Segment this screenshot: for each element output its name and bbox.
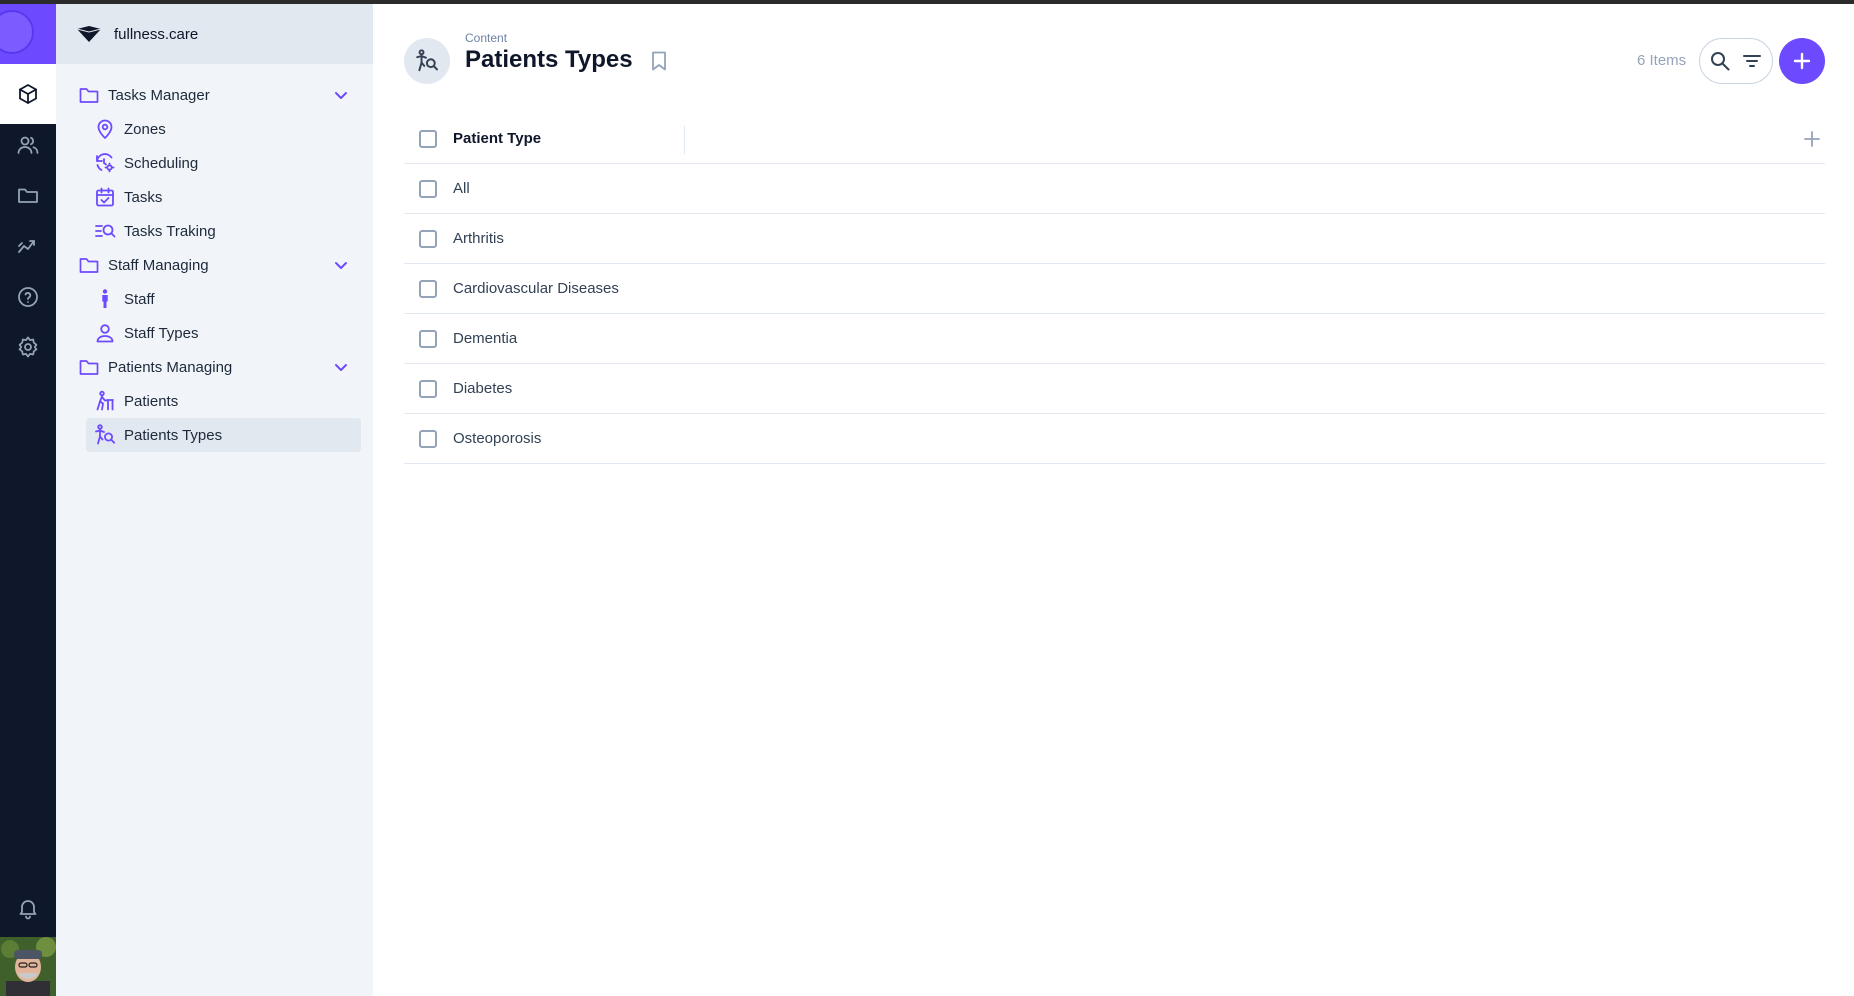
chevron-down-icon[interactable] (332, 358, 350, 376)
table-row[interactable]: Cardiovascular Diseases (404, 264, 1825, 314)
table-row[interactable]: Dementia (404, 314, 1825, 364)
chart-icon[interactable] (0, 224, 56, 268)
filter-icon[interactable] (1739, 48, 1765, 74)
column-divider[interactable] (684, 126, 685, 154)
avatar[interactable] (0, 937, 56, 996)
folder-icon[interactable] (0, 173, 56, 217)
page-title: Patients Types (465, 46, 633, 73)
calendar-check-icon (94, 186, 116, 208)
help-icon[interactable] (0, 275, 56, 319)
table-row[interactable]: Osteoporosis (404, 414, 1825, 464)
sidebar-group-tasks-manager[interactable]: Tasks Manager (56, 78, 373, 112)
cell-patient-type: Cardiovascular Diseases (453, 280, 619, 297)
data-table: Patient Type All Arthritis Cardiovascula… (404, 114, 1825, 464)
person-icon (94, 288, 116, 310)
cell-patient-type: Osteoporosis (453, 430, 542, 447)
sidebar-group-label: Staff Managing (108, 256, 209, 274)
users-icon[interactable] (0, 123, 56, 167)
folder-icon (78, 254, 100, 276)
row-checkbox[interactable] (419, 329, 437, 348)
patient-walker-icon (94, 390, 116, 412)
cell-patient-type: Diabetes (453, 380, 513, 397)
sidebar-nav: Tasks Manager Zones Scheduling Tasks Tas… (56, 78, 373, 452)
sidebar-item-label: Patients (124, 392, 179, 410)
main-content: Content Patients Types 6 Items Patient T… (373, 4, 1854, 996)
org-switcher[interactable]: fullness.care (56, 4, 373, 64)
bookmark-icon[interactable] (649, 50, 669, 72)
row-checkbox[interactable] (419, 429, 437, 448)
sidebar-item-tasks-traking[interactable]: Tasks Traking (86, 214, 361, 248)
cell-patient-type: Dementia (453, 330, 518, 347)
user-icon (94, 322, 116, 344)
sidebar-item-label: Patients Types (124, 426, 223, 444)
chevron-down-icon[interactable] (332, 256, 350, 274)
row-checkbox[interactable] (419, 229, 437, 248)
box-icon[interactable] (0, 72, 56, 116)
row-checkbox[interactable] (419, 179, 437, 198)
list-search-icon (94, 220, 116, 242)
folder-icon (78, 356, 100, 378)
patient-search-icon (404, 38, 450, 84)
row-checkbox[interactable] (419, 279, 437, 298)
icon-rail (0, 4, 56, 996)
org-name: fullness.care (114, 25, 199, 43)
sidebar-item-staff[interactable]: Staff (86, 282, 361, 316)
table-row[interactable]: Arthritis (404, 214, 1825, 264)
sidebar-item-label: Scheduling (124, 154, 199, 172)
table-row[interactable]: Diabetes (404, 364, 1825, 414)
sidebar-item-label: Tasks Traking (124, 222, 216, 240)
toolbar-group (1699, 38, 1773, 84)
patient-search-icon (94, 424, 116, 446)
search-icon[interactable] (1707, 48, 1733, 74)
chevron-down-icon[interactable] (332, 86, 350, 104)
item-count: 6 Items (1637, 52, 1687, 69)
add-column-icon[interactable] (1803, 130, 1821, 148)
select-all-checkbox[interactable] (419, 129, 437, 148)
add-item-button[interactable] (1779, 38, 1825, 84)
sidebar-item-scheduling[interactable]: Scheduling (86, 146, 361, 180)
sidebar-item-label: Zones (124, 120, 166, 138)
breadcrumb[interactable]: Content (465, 31, 507, 45)
org-logo-icon (76, 24, 102, 44)
sidebar-item-patients[interactable]: Patients (86, 384, 361, 418)
sidebar-group-patients-managing[interactable]: Patients Managing (56, 350, 373, 384)
logo-icon[interactable] (0, 4, 56, 64)
folder-icon (78, 84, 100, 106)
sidebar-item-label: Staff (124, 290, 155, 308)
table-header: Patient Type (404, 114, 1825, 164)
bell-icon[interactable] (0, 886, 56, 930)
cell-patient-type: All (453, 180, 470, 197)
row-checkbox[interactable] (419, 379, 437, 398)
clock-gear-icon (94, 152, 116, 174)
sidebar-item-label: Tasks (124, 188, 163, 206)
table-row[interactable]: All (404, 164, 1825, 214)
sidebar-group-staff-managing[interactable]: Staff Managing (56, 248, 373, 282)
settings-icon[interactable] (0, 325, 56, 369)
sidebar-group-label: Patients Managing (108, 358, 233, 376)
sidebar-item-zones[interactable]: Zones (86, 112, 361, 146)
column-header-patient-type[interactable]: Patient Type (453, 130, 541, 147)
sidebar-item-staff-types[interactable]: Staff Types (86, 316, 361, 350)
sidebar-item-tasks[interactable]: Tasks (86, 180, 361, 214)
sidebar-item-label: Staff Types (124, 324, 199, 342)
cell-patient-type: Arthritis (453, 230, 504, 247)
sidebar: fullness.care Tasks Manager Zones Schedu… (56, 4, 373, 996)
sidebar-group-label: Tasks Manager (108, 86, 210, 104)
map-pin-icon (94, 118, 116, 140)
sidebar-item-patients-types[interactable]: Patients Types (86, 418, 361, 452)
